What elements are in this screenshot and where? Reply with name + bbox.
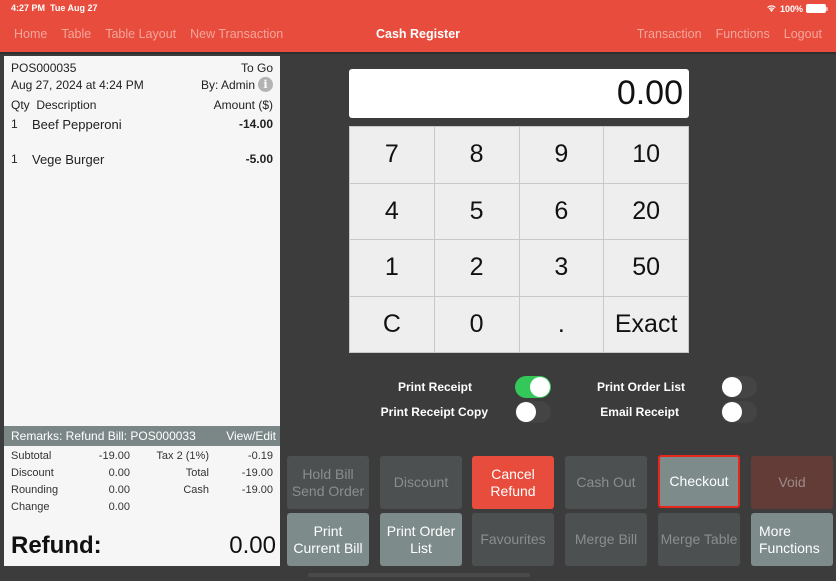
hold-bill-send-order-button[interactable]: Hold Bill Send Order xyxy=(287,456,369,509)
key-8[interactable]: 8 xyxy=(434,127,519,183)
item-amount: -14.00 xyxy=(238,117,273,131)
favourites-button[interactable]: Favourites xyxy=(472,513,554,566)
merge-table-button[interactable]: Merge Table xyxy=(658,513,740,566)
more-functions-button[interactable]: More Functions xyxy=(751,513,833,566)
print-receipt-label: Print Receipt xyxy=(397,380,472,394)
rounding-label: Rounding xyxy=(11,484,59,496)
header-divider xyxy=(0,52,836,54)
receipt-header-row: POS000035 To Go xyxy=(11,61,273,75)
battery-icon xyxy=(806,4,828,13)
print-order-list-toggle[interactable] xyxy=(721,376,757,398)
key-4[interactable]: 4 xyxy=(350,183,434,239)
key-5[interactable]: 5 xyxy=(434,183,519,239)
subtotal-value: -19.00 xyxy=(98,450,130,462)
column-description: Description xyxy=(36,98,97,112)
receipt-panel: POS000035 To Go Aug 27, 2024 at 4:24 PM … xyxy=(4,56,280,566)
print-order-list-label: Print Order List xyxy=(596,380,685,394)
discount-value: 0.00 xyxy=(108,467,130,479)
column-qty-desc: Qty Description xyxy=(11,98,96,112)
subtotal-label: Subtotal xyxy=(11,450,52,462)
rounding-value: 0.00 xyxy=(108,484,130,496)
status-indicators: 100% xyxy=(766,3,828,14)
key-exact[interactable]: Exact xyxy=(604,296,688,352)
column-amount: Amount ($) xyxy=(213,98,273,112)
remarks-bar: Remarks: Refund Bill: POS000033 View/Edi… xyxy=(4,426,280,446)
order-type: To Go xyxy=(240,61,273,75)
receipt-meta-row: Aug 27, 2024 at 4:24 PM By: Admin i xyxy=(11,77,273,92)
toggle-knob xyxy=(516,402,536,422)
toggle-knob xyxy=(722,402,742,422)
print-receipt-copy-toggle[interactable] xyxy=(515,401,551,423)
print-order-list-button[interactable]: Print Order List xyxy=(380,513,462,566)
change-value: 0.00 xyxy=(108,501,130,513)
cancel-refund-button[interactable]: Cancel Refund xyxy=(472,456,554,509)
keypad: 7 8 9 10 4 5 6 20 1 2 3 50 C 0 . Exact xyxy=(349,126,689,353)
column-headers: Qty Description Amount ($) xyxy=(11,98,273,112)
key-clear[interactable]: C xyxy=(350,296,434,352)
void-button[interactable]: Void xyxy=(751,456,833,509)
tax-label: Tax 2 (1%) xyxy=(156,450,209,462)
print-receipt-copy-label: Print Receipt Copy xyxy=(380,405,488,419)
cash-value: -19.00 xyxy=(241,484,273,496)
top-bar: 4:27 PM Tue Aug 27 100% Home Table Table… xyxy=(0,0,836,52)
key-6[interactable]: 6 xyxy=(519,183,604,239)
email-receipt-toggle[interactable] xyxy=(721,401,757,423)
key-7[interactable]: 7 xyxy=(350,127,434,183)
nav-transaction[interactable]: Transaction xyxy=(637,27,702,41)
discount-label: Discount xyxy=(11,467,54,479)
key-9[interactable]: 9 xyxy=(519,127,604,183)
item-description: Vege Burger xyxy=(32,152,105,167)
battery-percent: 100% xyxy=(779,3,803,14)
wifi-icon xyxy=(766,3,777,14)
nav-functions[interactable]: Functions xyxy=(716,27,770,41)
key-2[interactable]: 2 xyxy=(434,240,519,296)
key-decimal[interactable]: . xyxy=(519,296,604,352)
merge-bill-button[interactable]: Merge Bill xyxy=(565,513,647,566)
item-description: Beef Pepperoni xyxy=(32,117,122,132)
info-icon[interactable]: i xyxy=(258,77,273,92)
print-current-bill-button[interactable]: Print Current Bill xyxy=(287,513,369,566)
status-time: 4:27 PM Tue Aug 27 xyxy=(11,3,98,13)
nav-logout[interactable]: Logout xyxy=(784,27,822,41)
cash-out-button[interactable]: Cash Out xyxy=(565,456,647,509)
refund-value: 0.00 xyxy=(229,532,276,559)
email-receipt-label: Email Receipt xyxy=(600,405,679,419)
checkout-button[interactable]: Checkout xyxy=(658,455,740,508)
key-0[interactable]: 0 xyxy=(434,296,519,352)
nav-right: Transaction Functions Logout xyxy=(637,27,822,41)
cash-label: Cash xyxy=(183,484,209,496)
key-3[interactable]: 3 xyxy=(519,240,604,296)
amount-display[interactable]: 0.00 xyxy=(349,69,689,118)
toggle-knob xyxy=(530,377,550,397)
cashier-name: By: Admin xyxy=(200,77,255,92)
receipt-datetime: Aug 27, 2024 at 4:24 PM xyxy=(11,77,144,92)
total-value: -19.00 xyxy=(241,467,273,479)
status-date: Tue Aug 27 xyxy=(50,3,98,13)
total-label: Total xyxy=(185,467,209,479)
receipt-by: By: Admin i xyxy=(201,77,273,92)
change-label: Change xyxy=(11,501,50,513)
remarks-text: Remarks: Refund Bill: POS000033 xyxy=(11,429,196,443)
key-50[interactable]: 50 xyxy=(604,240,688,296)
home-indicator[interactable] xyxy=(308,573,530,577)
receipt-number: POS000035 xyxy=(11,61,77,75)
key-20[interactable]: 20 xyxy=(604,183,688,239)
item-amount: -5.00 xyxy=(245,152,273,166)
view-edit-link[interactable]: View/Edit xyxy=(226,429,276,443)
clock: 4:27 PM xyxy=(11,3,46,13)
toggle-knob xyxy=(722,377,742,397)
discount-button[interactable]: Discount xyxy=(380,456,462,509)
print-receipt-toggle[interactable] xyxy=(515,376,551,398)
column-qty: Qty xyxy=(11,98,30,112)
item-qty: 1 xyxy=(11,117,18,131)
refund-label: Refund: xyxy=(11,532,102,559)
key-10[interactable]: 10 xyxy=(604,127,688,183)
key-1[interactable]: 1 xyxy=(350,240,434,296)
item-qty: 1 xyxy=(11,152,18,166)
tax-value: -0.19 xyxy=(247,450,273,462)
